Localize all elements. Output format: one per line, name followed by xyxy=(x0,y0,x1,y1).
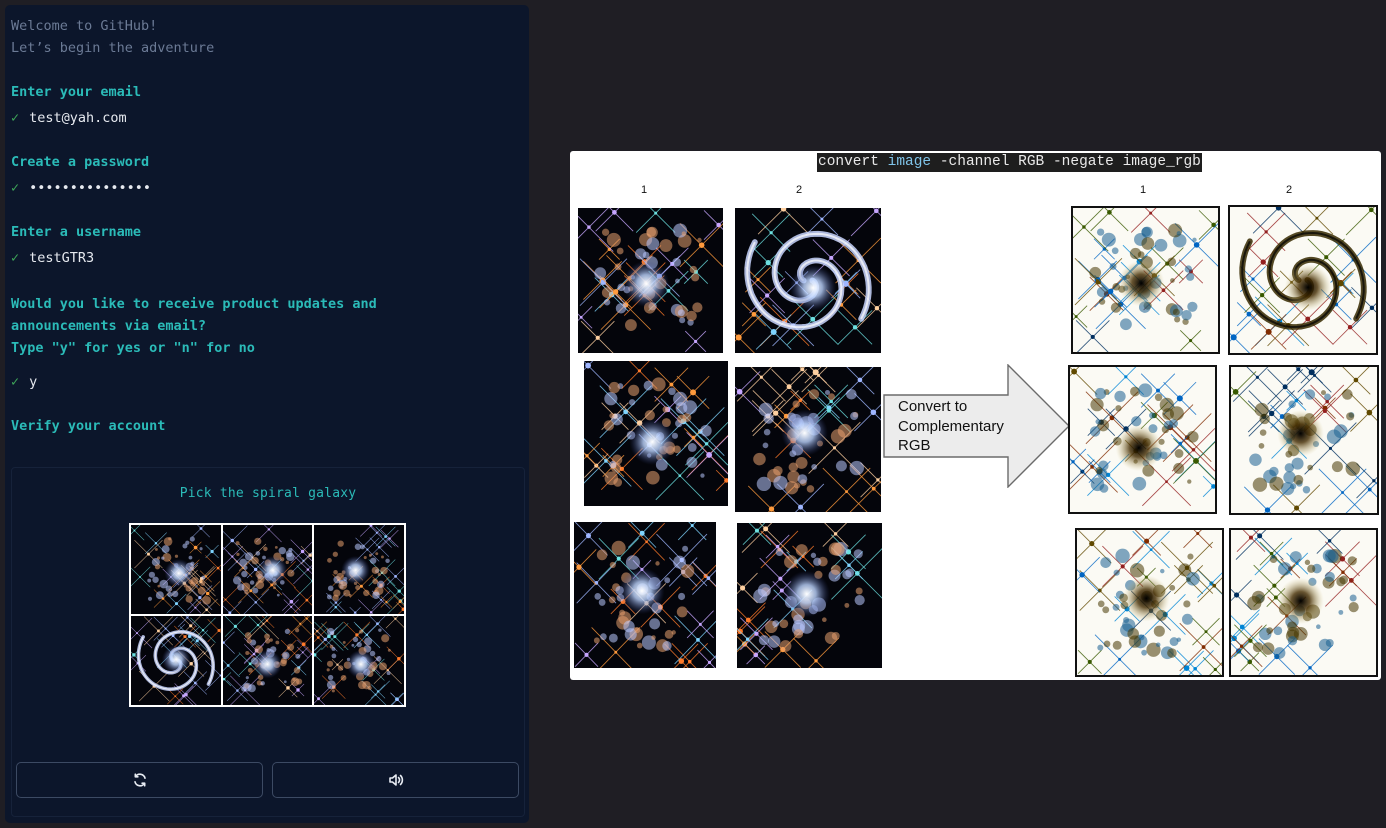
captcha-tile-6[interactable] xyxy=(314,616,404,705)
negated-image-r2c2 xyxy=(1229,365,1379,515)
check-icon: ✓ xyxy=(11,180,20,196)
original-image-r3c1 xyxy=(574,522,716,668)
updates-answer[interactable]: ✓ y xyxy=(11,371,529,393)
updates-value: y xyxy=(29,374,38,390)
captcha-tile-4[interactable] xyxy=(131,616,221,705)
captcha-grid xyxy=(129,523,406,707)
verify-label: Verify your account xyxy=(11,418,166,434)
negated-col-label-1: 1 xyxy=(1140,184,1147,196)
original-image-r1c2 xyxy=(735,208,881,353)
command-prefix: convert xyxy=(818,154,888,170)
welcome-text: Welcome to GitHub! xyxy=(11,18,158,34)
original-col-label-1: 1 xyxy=(641,184,648,196)
check-icon: ✓ xyxy=(11,250,20,266)
email-value: test@yah.com xyxy=(29,110,127,126)
command-keyword: image xyxy=(887,154,932,170)
refresh-button[interactable] xyxy=(16,762,263,798)
captcha-tile-1[interactable] xyxy=(131,525,221,614)
negate-illustration: convert image -channel RGB -negate image… xyxy=(570,151,1381,680)
negated-col-label-2: 2 xyxy=(1286,184,1293,196)
captcha-widget: Pick the spiral galaxy xyxy=(11,467,525,817)
original-col-label-2: 2 xyxy=(796,184,803,196)
original-image-r2c2 xyxy=(735,367,881,512)
email-prompt: Enter your email xyxy=(11,84,142,100)
captcha-tile-2[interactable] xyxy=(222,525,313,614)
captcha-tile-3[interactable] xyxy=(314,525,404,614)
check-icon: ✓ xyxy=(11,110,20,126)
speaker-icon xyxy=(388,774,403,786)
password-answer[interactable]: ✓ ••••••••••••••• xyxy=(11,177,529,199)
negated-image-r1c1 xyxy=(1071,206,1220,354)
updates-prompt-line-1: Would you like to receive product update… xyxy=(11,296,377,312)
negated-image-r3c1 xyxy=(1075,528,1224,677)
captcha-title: Pick the spiral galaxy xyxy=(179,486,357,501)
updates-prompt-line-3: Type "y" for yes or "n" for no xyxy=(11,340,255,356)
password-prompt: Create a password xyxy=(11,154,150,170)
arrow-label-line-1: Convert to xyxy=(898,398,968,415)
original-image-r3c2 xyxy=(737,523,882,668)
check-icon: ✓ xyxy=(11,374,20,390)
arrow-label: Convert to Complementary RGB xyxy=(898,397,1004,456)
refresh-icon xyxy=(133,773,146,787)
username-answer[interactable]: ✓ testGTR3 xyxy=(11,247,529,269)
command-suffix: -channel RGB -negate image_rgb xyxy=(931,154,1201,170)
original-image-r2c1 xyxy=(584,361,728,506)
audio-button[interactable] xyxy=(272,762,519,798)
negated-image-r2c1 xyxy=(1068,365,1217,514)
command-text: convert image -channel RGB -negate image… xyxy=(817,153,1202,172)
original-image-r1c1 xyxy=(578,208,723,353)
negated-image-r3c2 xyxy=(1229,528,1378,677)
captcha-tile-5[interactable] xyxy=(222,616,313,705)
updates-prompt-line-2: announcements via email? xyxy=(11,318,207,334)
email-answer[interactable]: ✓ test@yah.com xyxy=(11,107,529,129)
password-value: ••••••••••••••• xyxy=(29,180,152,196)
terminal-panel: Welcome to GitHub! Let’s begin the adven… xyxy=(5,5,529,823)
arrow-label-line-3: RGB xyxy=(898,437,931,454)
username-value: testGTR3 xyxy=(29,250,95,266)
subtitle-text: Let’s begin the adventure xyxy=(11,40,215,56)
negated-image-r1c2 xyxy=(1228,205,1378,355)
username-prompt: Enter a username xyxy=(11,224,142,240)
arrow-label-line-2: Complementary xyxy=(898,417,1004,435)
